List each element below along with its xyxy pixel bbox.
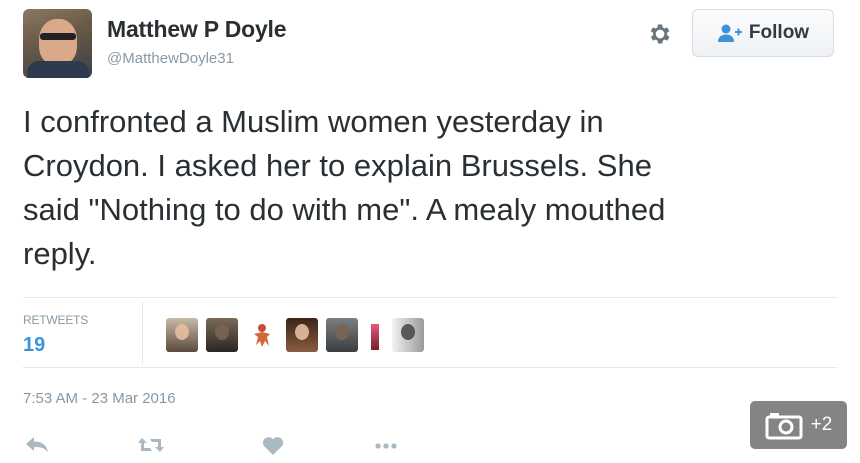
- user-name[interactable]: Matthew P Doyle: [107, 16, 287, 43]
- tweet-text-line: I confronted a Muslim women yesterday in: [23, 104, 604, 139]
- gear-icon[interactable]: [646, 21, 672, 47]
- divider: [23, 297, 837, 298]
- retweets-label: RETWEETS: [23, 313, 89, 327]
- tweet-text-line: said "Nothing to do with me". A mealy mo…: [23, 192, 666, 227]
- photo-count: +2: [810, 414, 833, 435]
- photo-count-badge[interactable]: +2: [750, 401, 847, 449]
- avatar-shirt: [27, 61, 89, 78]
- avatar-face: [39, 19, 77, 65]
- add-user-icon: [717, 24, 742, 42]
- retweeter-avatar[interactable]: [286, 318, 318, 352]
- divider: [142, 302, 143, 364]
- retweeter-avatars: [166, 318, 424, 352]
- avatar-head: [215, 324, 229, 340]
- more-icon[interactable]: [371, 431, 401, 459]
- retweets-count[interactable]: 19: [23, 334, 45, 357]
- tweet-timestamp[interactable]: 7:53 AM - 23 Mar 2016: [23, 390, 176, 407]
- cartoon-figure-icon: [254, 324, 270, 347]
- tweet-text: I confronted a Muslim women yesterday in…: [23, 100, 833, 276]
- retweet-icon[interactable]: [136, 431, 166, 459]
- retweeter-avatar[interactable]: [392, 318, 424, 352]
- avatar-head: [295, 324, 309, 340]
- user-handle[interactable]: @MatthewDoyle31: [107, 50, 234, 67]
- avatar-graphic: [371, 324, 379, 350]
- reply-icon[interactable]: [23, 431, 53, 459]
- tweet-card: Matthew P Doyle @MatthewDoyle31 Follow I…: [0, 0, 860, 463]
- follow-button-label: Follow: [748, 22, 810, 43]
- retweeter-avatar[interactable]: [206, 318, 238, 352]
- avatar-head: [175, 324, 189, 340]
- avatar-glasses: [40, 33, 76, 40]
- tweet-text-line: reply.: [23, 236, 97, 271]
- follow-button[interactable]: Follow: [692, 9, 834, 57]
- avatar[interactable]: [23, 9, 92, 78]
- camera-icon: [765, 413, 803, 440]
- retweeter-avatar[interactable]: [246, 318, 278, 352]
- divider: [23, 367, 837, 368]
- retweeter-avatar[interactable]: [366, 318, 384, 352]
- retweeter-avatar[interactable]: [326, 318, 358, 352]
- avatar-head: [401, 324, 415, 340]
- retweeter-avatar[interactable]: [166, 318, 198, 352]
- avatar-head: [335, 324, 349, 340]
- heart-icon[interactable]: [258, 431, 288, 459]
- tweet-text-line: Croydon. I asked her to explain Brussels…: [23, 148, 652, 183]
